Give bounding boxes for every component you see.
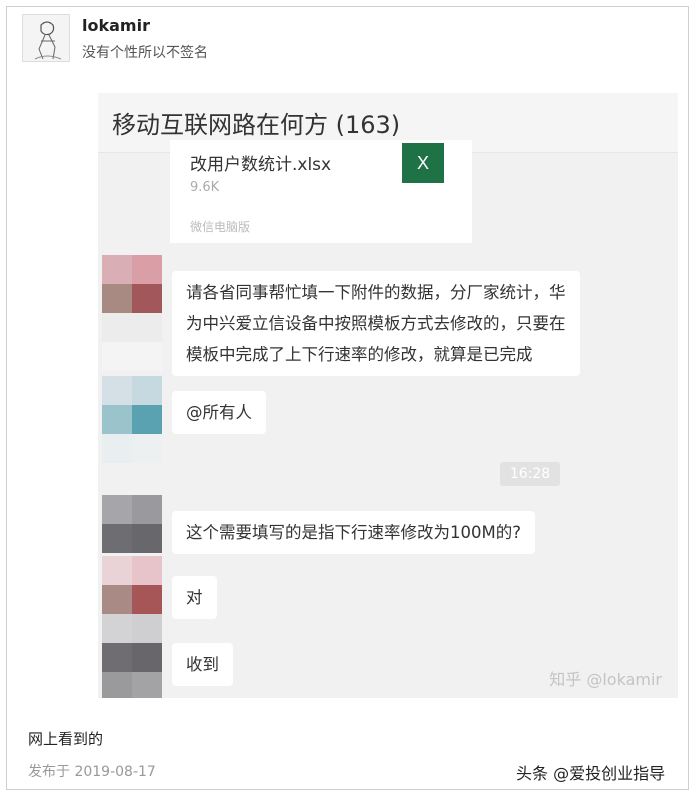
file-size: 9.6K: [190, 180, 220, 195]
avatar[interactable]: [22, 14, 70, 62]
watermark: 知乎 @lokamir: [549, 670, 662, 689]
message-line: 这个需要填写的是指下行速率修改为100M的?: [186, 523, 521, 542]
message-line: 模板中完成了上下行速率的修改，就算是已完成: [186, 345, 533, 364]
sender-avatar-blurred: [102, 255, 162, 371]
message-bubble: 请各省同事帮忙填一下附件的数据，分厂家统计，华 为中兴爱立信设备中按照模板方式去…: [172, 271, 580, 376]
message-line: 对: [186, 588, 203, 607]
sender-avatar-blurred: [102, 556, 162, 614]
sender-avatar-blurred: [102, 614, 162, 698]
message-line: 收到: [186, 655, 219, 674]
user-signature: 没有个性所以不签名: [82, 45, 208, 61]
brand-watermark: 头条 @爱投创业指导: [516, 764, 666, 783]
message-bubble: @所有人: [172, 391, 266, 434]
username[interactable]: lokamir: [82, 16, 150, 35]
message-bubble: 对: [172, 576, 217, 619]
publish-date: 发布于 2019-08-17: [28, 764, 156, 780]
message-line: 为中兴爱立信设备中按照模板方式去修改的，只要在: [186, 314, 566, 333]
file-attachment[interactable]: 改用户数统计.xlsx 9.6K 微信电脑版 X: [170, 140, 472, 243]
file-source: 微信电脑版: [190, 220, 251, 234]
message-bubble: 这个需要填写的是指下行速率修改为100M的?: [172, 511, 535, 554]
post-caption: 网上看到的: [28, 730, 104, 748]
user-avatar-icon: [23, 15, 69, 61]
excel-file-icon: X: [402, 143, 444, 183]
file-name: 改用户数统计.xlsx: [190, 155, 332, 175]
chat-screenshot: 移动互联网路在何方 (163) 改用户数统计.xlsx 9.6K 微信电脑版 X…: [98, 93, 678, 698]
sender-avatar-blurred: [102, 495, 162, 553]
message-line: @所有人: [186, 403, 252, 422]
chat-title: 移动互联网路在何方 (163): [112, 111, 401, 139]
message-timestamp: 16:28: [500, 462, 560, 486]
sender-avatar-blurred: [102, 376, 162, 463]
message-line: 请各省同事帮忙填一下附件的数据，分厂家统计，华: [186, 283, 566, 302]
message-bubble: 收到: [172, 643, 233, 686]
